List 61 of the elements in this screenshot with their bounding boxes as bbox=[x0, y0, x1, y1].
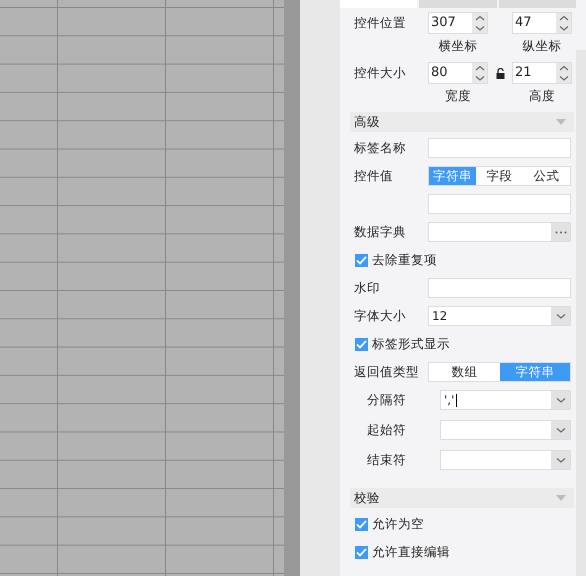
field-label: 数据字典 bbox=[353, 224, 407, 240]
spin-down-icon bbox=[558, 75, 568, 81]
checkbox-label: 允许为空 bbox=[372, 516, 424, 532]
field-label: 结束符 bbox=[366, 452, 407, 468]
tab[interactable] bbox=[419, 0, 497, 8]
spin-up-icon bbox=[474, 65, 484, 71]
spin-up-icon bbox=[558, 65, 568, 71]
field-label: 起始符 bbox=[366, 422, 407, 438]
dropdown-field[interactable]: 12 bbox=[428, 306, 571, 326]
field-label: 水印 bbox=[353, 280, 381, 296]
field-caption: 横坐标 bbox=[438, 38, 478, 54]
field-label: 标签名称 bbox=[353, 140, 407, 156]
dictionary-field[interactable] bbox=[428, 222, 571, 242]
field-label: 控件值 bbox=[353, 168, 394, 184]
caret-down-icon bbox=[556, 397, 566, 403]
field-caption: 纵坐标 bbox=[522, 38, 562, 54]
checkbox[interactable] bbox=[355, 518, 368, 530]
check-icon bbox=[356, 548, 367, 556]
text-field[interactable] bbox=[428, 278, 571, 298]
section-header[interactable]: 高级 bbox=[350, 112, 574, 132]
dropdown-field[interactable] bbox=[440, 420, 571, 440]
field-caption: 高度 bbox=[528, 88, 556, 104]
field-label: 字体大小 bbox=[353, 308, 407, 324]
text-field[interactable] bbox=[428, 194, 571, 214]
section-header[interactable]: 校验 bbox=[350, 488, 574, 508]
field-label: 返回值类型 bbox=[353, 364, 420, 380]
field-label: 控件大小 bbox=[353, 64, 407, 82]
text-field[interactable] bbox=[428, 138, 571, 158]
tab[interactable] bbox=[340, 0, 418, 8]
spin-down-icon bbox=[558, 25, 568, 31]
number-spinbox[interactable]: 80 bbox=[428, 62, 488, 84]
caret-down-icon bbox=[556, 457, 566, 463]
caret-down-icon bbox=[556, 427, 566, 433]
number-spinbox[interactable]: 21 bbox=[512, 62, 572, 84]
check-icon bbox=[356, 520, 367, 528]
checkbox-label: 去除重复项 bbox=[372, 252, 437, 268]
field-label: 控件位置 bbox=[353, 14, 407, 32]
segment-option[interactable]: 公式 bbox=[523, 167, 570, 185]
tab[interactable] bbox=[498, 0, 576, 8]
check-icon bbox=[356, 340, 367, 348]
checkbox-label: 允许直接编辑 bbox=[372, 544, 450, 560]
number-spinbox[interactable]: 307 bbox=[428, 12, 488, 34]
checkbox-label: 标签形式显示 bbox=[372, 336, 450, 352]
caret-down-icon bbox=[556, 313, 566, 319]
dropdown-field[interactable]: ',' bbox=[440, 390, 571, 410]
more-icon bbox=[554, 230, 566, 234]
field-label: 分隔符 bbox=[366, 392, 407, 408]
spin-up-icon bbox=[558, 15, 568, 21]
spin-down-icon bbox=[474, 25, 484, 31]
checkbox[interactable] bbox=[355, 546, 368, 558]
segment-option[interactable]: 数组 bbox=[429, 363, 500, 381]
number-spinbox[interactable]: 47 bbox=[512, 12, 572, 34]
checkbox[interactable] bbox=[355, 254, 368, 266]
segment-option[interactable]: 字段 bbox=[476, 167, 523, 185]
spin-down-icon bbox=[474, 75, 484, 81]
field-caption: 宽度 bbox=[444, 88, 472, 104]
checkbox[interactable] bbox=[355, 338, 368, 350]
splitter-bar[interactable] bbox=[284, 0, 300, 576]
check-icon bbox=[356, 256, 367, 264]
spin-up-icon bbox=[474, 15, 484, 21]
dropdown-field[interactable] bbox=[440, 450, 571, 470]
